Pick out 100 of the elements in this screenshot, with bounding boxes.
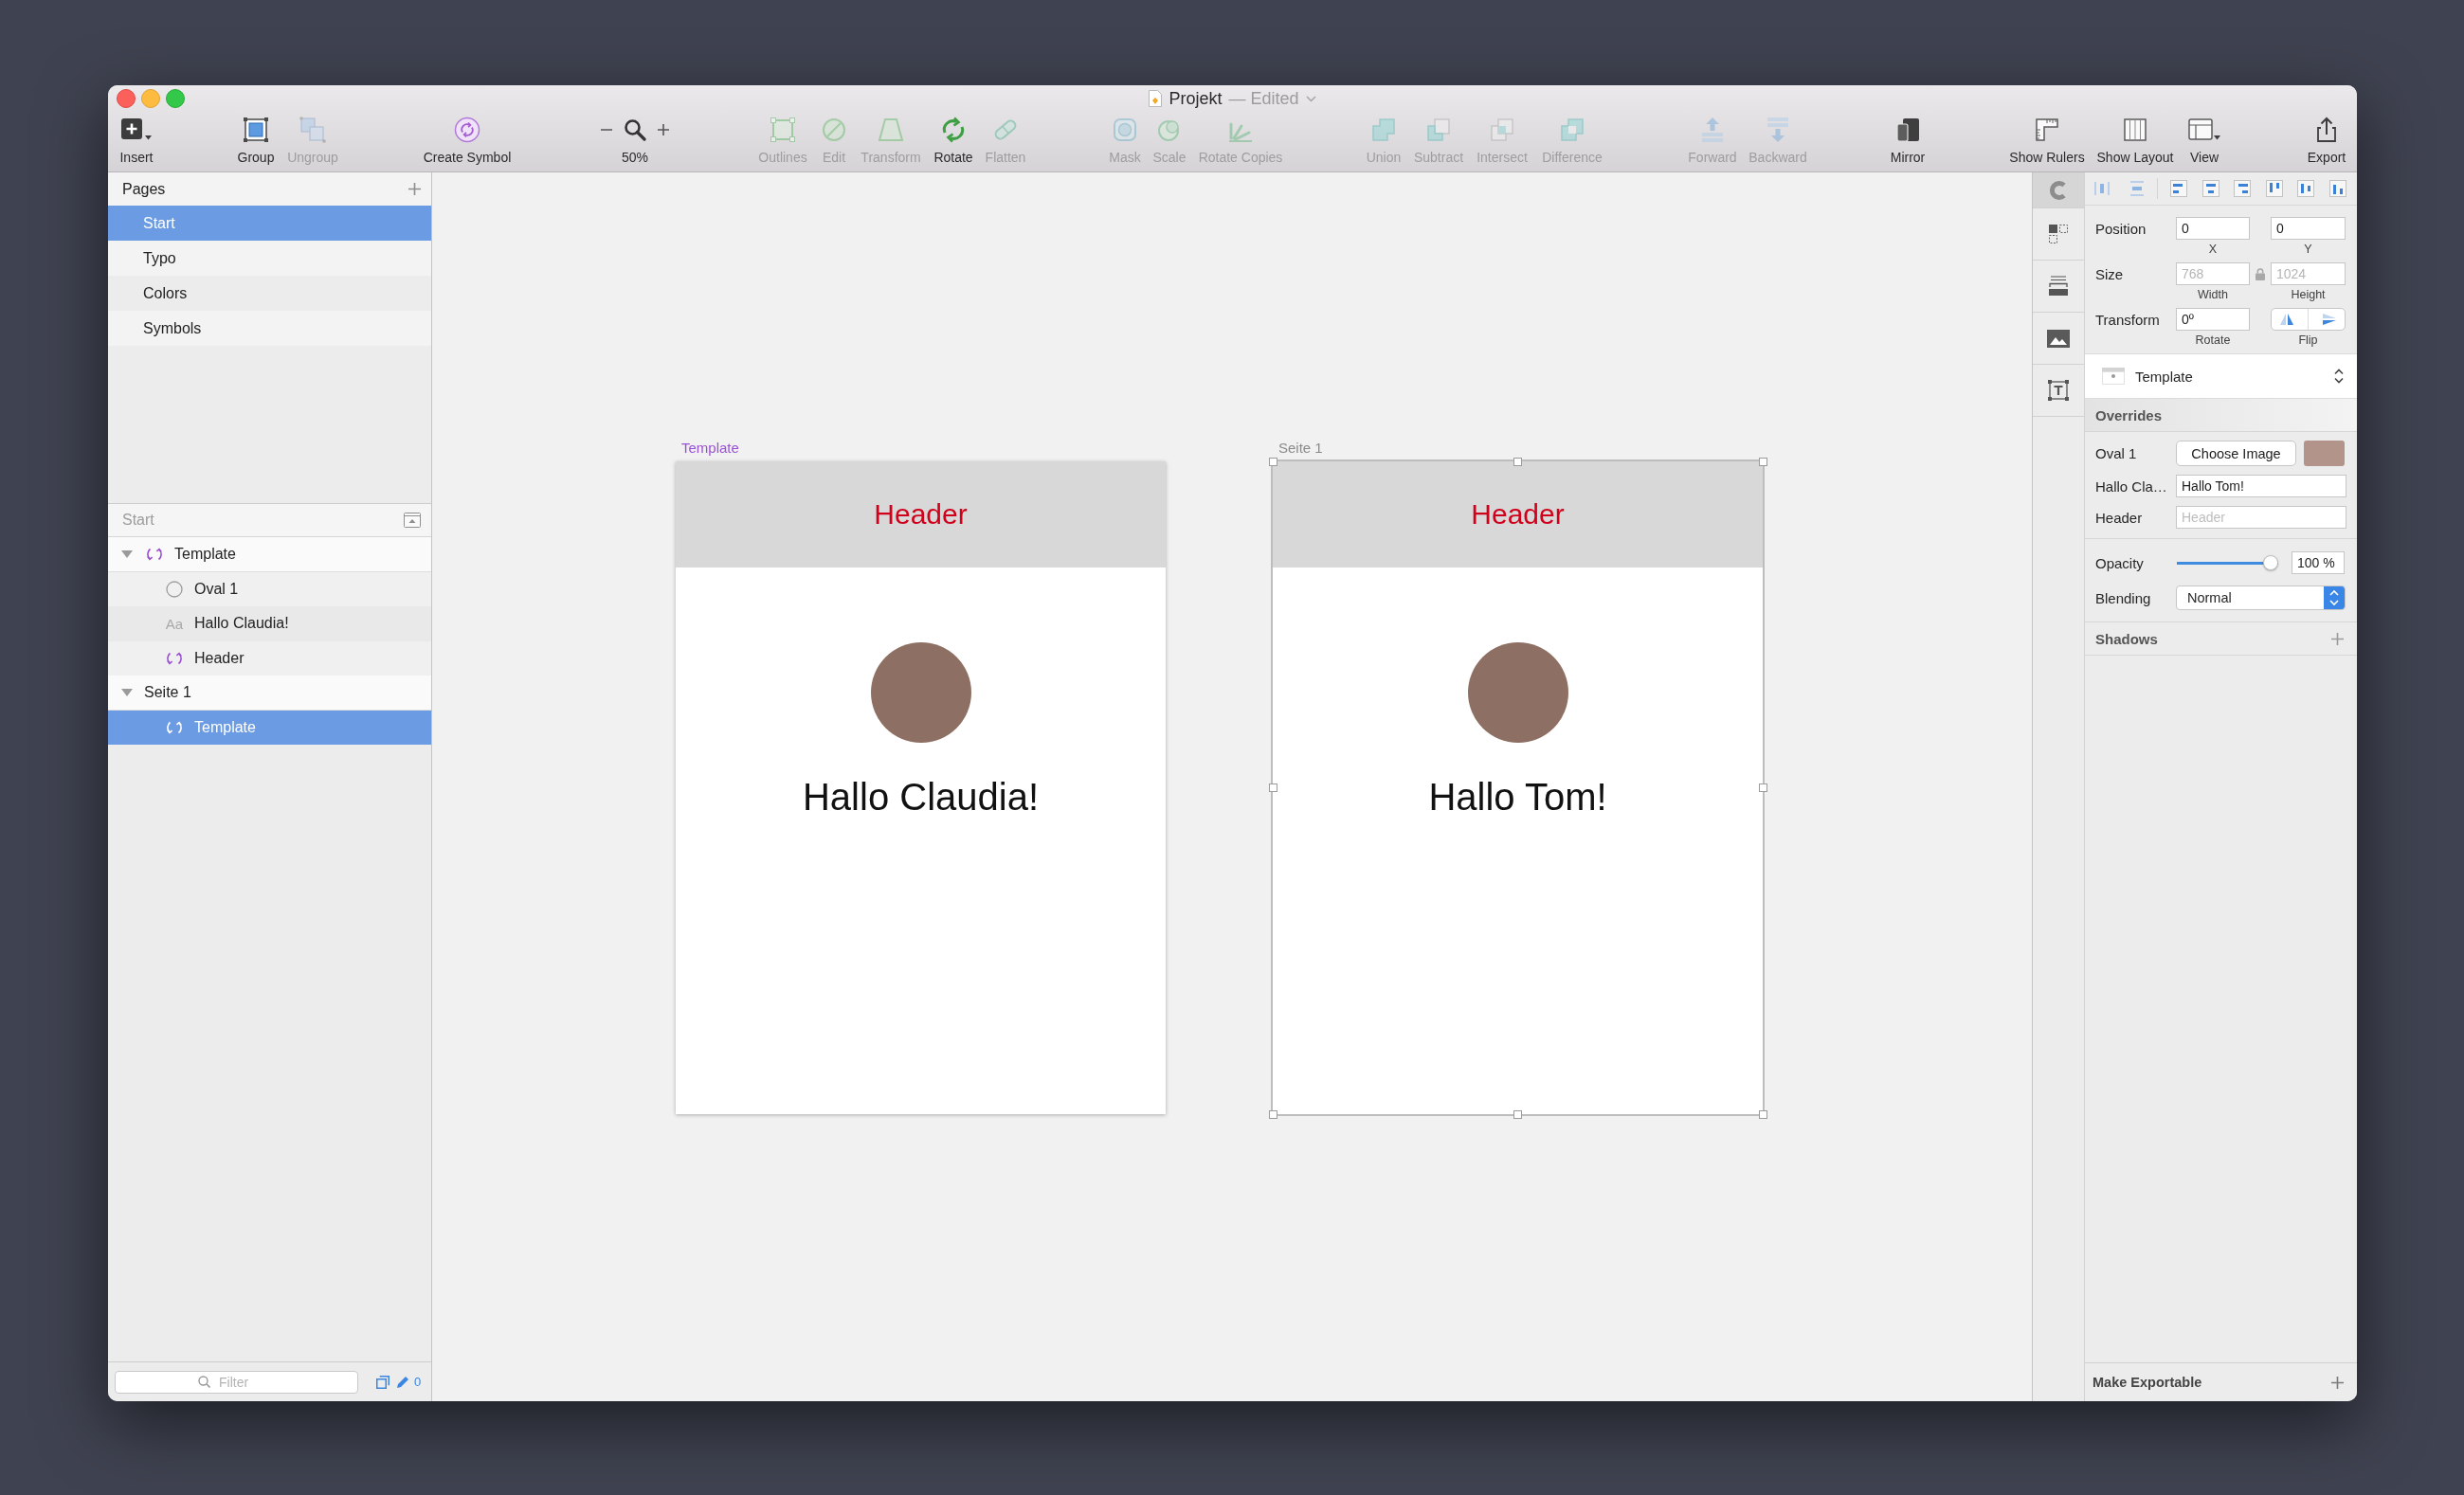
view-button[interactable]: View xyxy=(2187,116,2221,171)
minimize-button[interactable] xyxy=(141,89,160,108)
circle-in-square-icon xyxy=(1112,117,1138,143)
mirror-button[interactable]: Mirror xyxy=(1890,116,1926,171)
layers-title: Start xyxy=(122,512,154,529)
align-left-icon[interactable] xyxy=(2170,180,2187,197)
field-caption: Y xyxy=(2303,242,2313,257)
slider-thumb[interactable] xyxy=(2263,555,2278,570)
show-rulers-button[interactable]: Show Rulers xyxy=(2009,116,2085,171)
plus-icon[interactable] xyxy=(658,124,669,135)
search-icon xyxy=(198,1376,210,1388)
section-title: Make Exportable xyxy=(2093,1375,2202,1390)
pencil-icon[interactable] xyxy=(396,1375,409,1389)
distribute-horizontal-icon[interactable] xyxy=(2093,180,2111,197)
show-layout-button[interactable]: Show Layout xyxy=(2096,116,2174,171)
filter-count: 0 xyxy=(414,1375,422,1389)
chevron-down-icon[interactable] xyxy=(1305,95,1316,102)
align-center-icon[interactable] xyxy=(2202,180,2219,197)
close-button[interactable] xyxy=(117,89,136,108)
stacked-squares-icon[interactable] xyxy=(376,1375,390,1389)
layer-item[interactable]: Seite 1 xyxy=(108,675,431,711)
layer-item[interactable]: Oval 1 xyxy=(108,571,431,606)
property-label: Blending xyxy=(2095,589,2152,606)
plus-icon[interactable] xyxy=(408,183,421,195)
square-selection-icon xyxy=(243,117,269,143)
distribute-vertical-icon[interactable] xyxy=(2129,180,2146,197)
collapse-icon[interactable] xyxy=(404,513,421,528)
resize-handle[interactable] xyxy=(1758,457,1767,466)
field-caption: Width xyxy=(2197,287,2229,302)
disclosure-triangle-icon[interactable] xyxy=(121,687,133,697)
pages-title: Pages xyxy=(122,180,166,198)
image-icon[interactable] xyxy=(2047,328,2070,349)
text-box-icon[interactable] xyxy=(2047,379,2070,402)
property-label: Transform xyxy=(2095,311,2161,328)
field-caption: Rotate xyxy=(2194,333,2232,348)
page-item[interactable]: Typo xyxy=(108,241,431,276)
choose-image-button[interactable]: Choose Image xyxy=(2176,441,2296,466)
page-item[interactable]: Symbols xyxy=(108,311,431,346)
lock-icon[interactable] xyxy=(2256,267,2265,280)
resize-handle[interactable] xyxy=(1268,784,1277,792)
field-caption: X xyxy=(2207,242,2219,257)
resize-handle[interactable] xyxy=(1268,457,1277,466)
up-down-chevron-icon xyxy=(2324,586,2345,609)
align-top-icon[interactable] xyxy=(2266,180,2283,197)
document-icon xyxy=(1149,90,1163,107)
greeting-text: Hallo Claudia! xyxy=(803,775,1039,820)
artboard-title[interactable]: Template xyxy=(681,440,739,456)
magnifier-icon[interactable] xyxy=(624,118,646,141)
circular-arrows-icon xyxy=(454,117,480,143)
group-button[interactable]: Group xyxy=(237,116,275,171)
plus-icon[interactable] xyxy=(2331,1376,2344,1389)
resize-handle[interactable] xyxy=(1513,457,1522,466)
disclosure-triangle-icon[interactable] xyxy=(121,549,133,559)
resize-handle[interactable] xyxy=(1758,1109,1767,1119)
arrow-up-layers-icon xyxy=(1699,116,1726,144)
align-right-icon[interactable] xyxy=(2234,180,2251,197)
align-bottom-icon[interactable] xyxy=(2329,180,2346,197)
y-field[interactable]: 0 xyxy=(2271,217,2346,240)
fullscreen-button[interactable] xyxy=(166,89,185,108)
layer-item[interactable]: Header xyxy=(108,640,431,675)
text-field[interactable]: Hallo Tom! xyxy=(2176,475,2346,497)
override-label: Header xyxy=(2095,509,2144,526)
x-field[interactable]: 0 xyxy=(2176,217,2250,240)
resize-handle[interactable] xyxy=(1513,1109,1522,1119)
property-label: Position xyxy=(2095,220,2147,237)
flip-horizontal-icon[interactable] xyxy=(2277,312,2295,327)
circle-slash-icon xyxy=(821,117,847,143)
symbol-select[interactable]: Template xyxy=(2085,353,2357,399)
field-caption: Flip xyxy=(2297,333,2319,348)
text-layer-icon: Aa xyxy=(165,615,184,632)
header-title: Header xyxy=(1471,498,1565,531)
resize-handle[interactable] xyxy=(1268,1109,1277,1119)
align-middle-icon[interactable] xyxy=(2297,180,2314,197)
up-down-chevron-icon xyxy=(2333,368,2345,385)
text-field[interactable]: Header xyxy=(2176,506,2346,529)
rotate-field[interactable]: 0º xyxy=(2176,308,2250,331)
artboard-thumbnail-icon xyxy=(2102,368,2125,385)
photo-placeholder xyxy=(2304,441,2345,466)
flip-control[interactable] xyxy=(2271,308,2346,331)
insert-button[interactable]: Insert xyxy=(119,116,154,171)
squares-icon[interactable] xyxy=(2048,224,2069,244)
blending-select[interactable]: Normal xyxy=(2176,585,2346,610)
resize-handle[interactable] xyxy=(1758,784,1767,792)
stack-icon[interactable] xyxy=(2047,275,2070,297)
document-status: — Edited xyxy=(1228,88,1299,109)
filter-field[interactable]: Filter xyxy=(115,1370,358,1394)
opacity-field[interactable]: 100 % xyxy=(2292,551,2345,574)
field-caption: Height xyxy=(2290,287,2327,302)
plus-icon[interactable] xyxy=(2331,632,2344,645)
overlapping-squares-icon xyxy=(1425,117,1452,143)
section-title: Overrides xyxy=(2095,406,2163,423)
greeting-text: Hallo Tom! xyxy=(1428,775,1607,820)
squares-icon xyxy=(299,117,326,143)
rotate-button[interactable]: Rotate xyxy=(933,116,973,171)
export-button[interactable]: Export xyxy=(2307,116,2346,171)
create-symbol-button[interactable]: Create Symbol xyxy=(423,116,512,171)
columns-icon xyxy=(2122,117,2148,143)
layer-item[interactable]: Template xyxy=(108,537,431,572)
override-label: Oval 1 xyxy=(2095,445,2138,461)
window-title: Projekt xyxy=(1169,88,1223,109)
